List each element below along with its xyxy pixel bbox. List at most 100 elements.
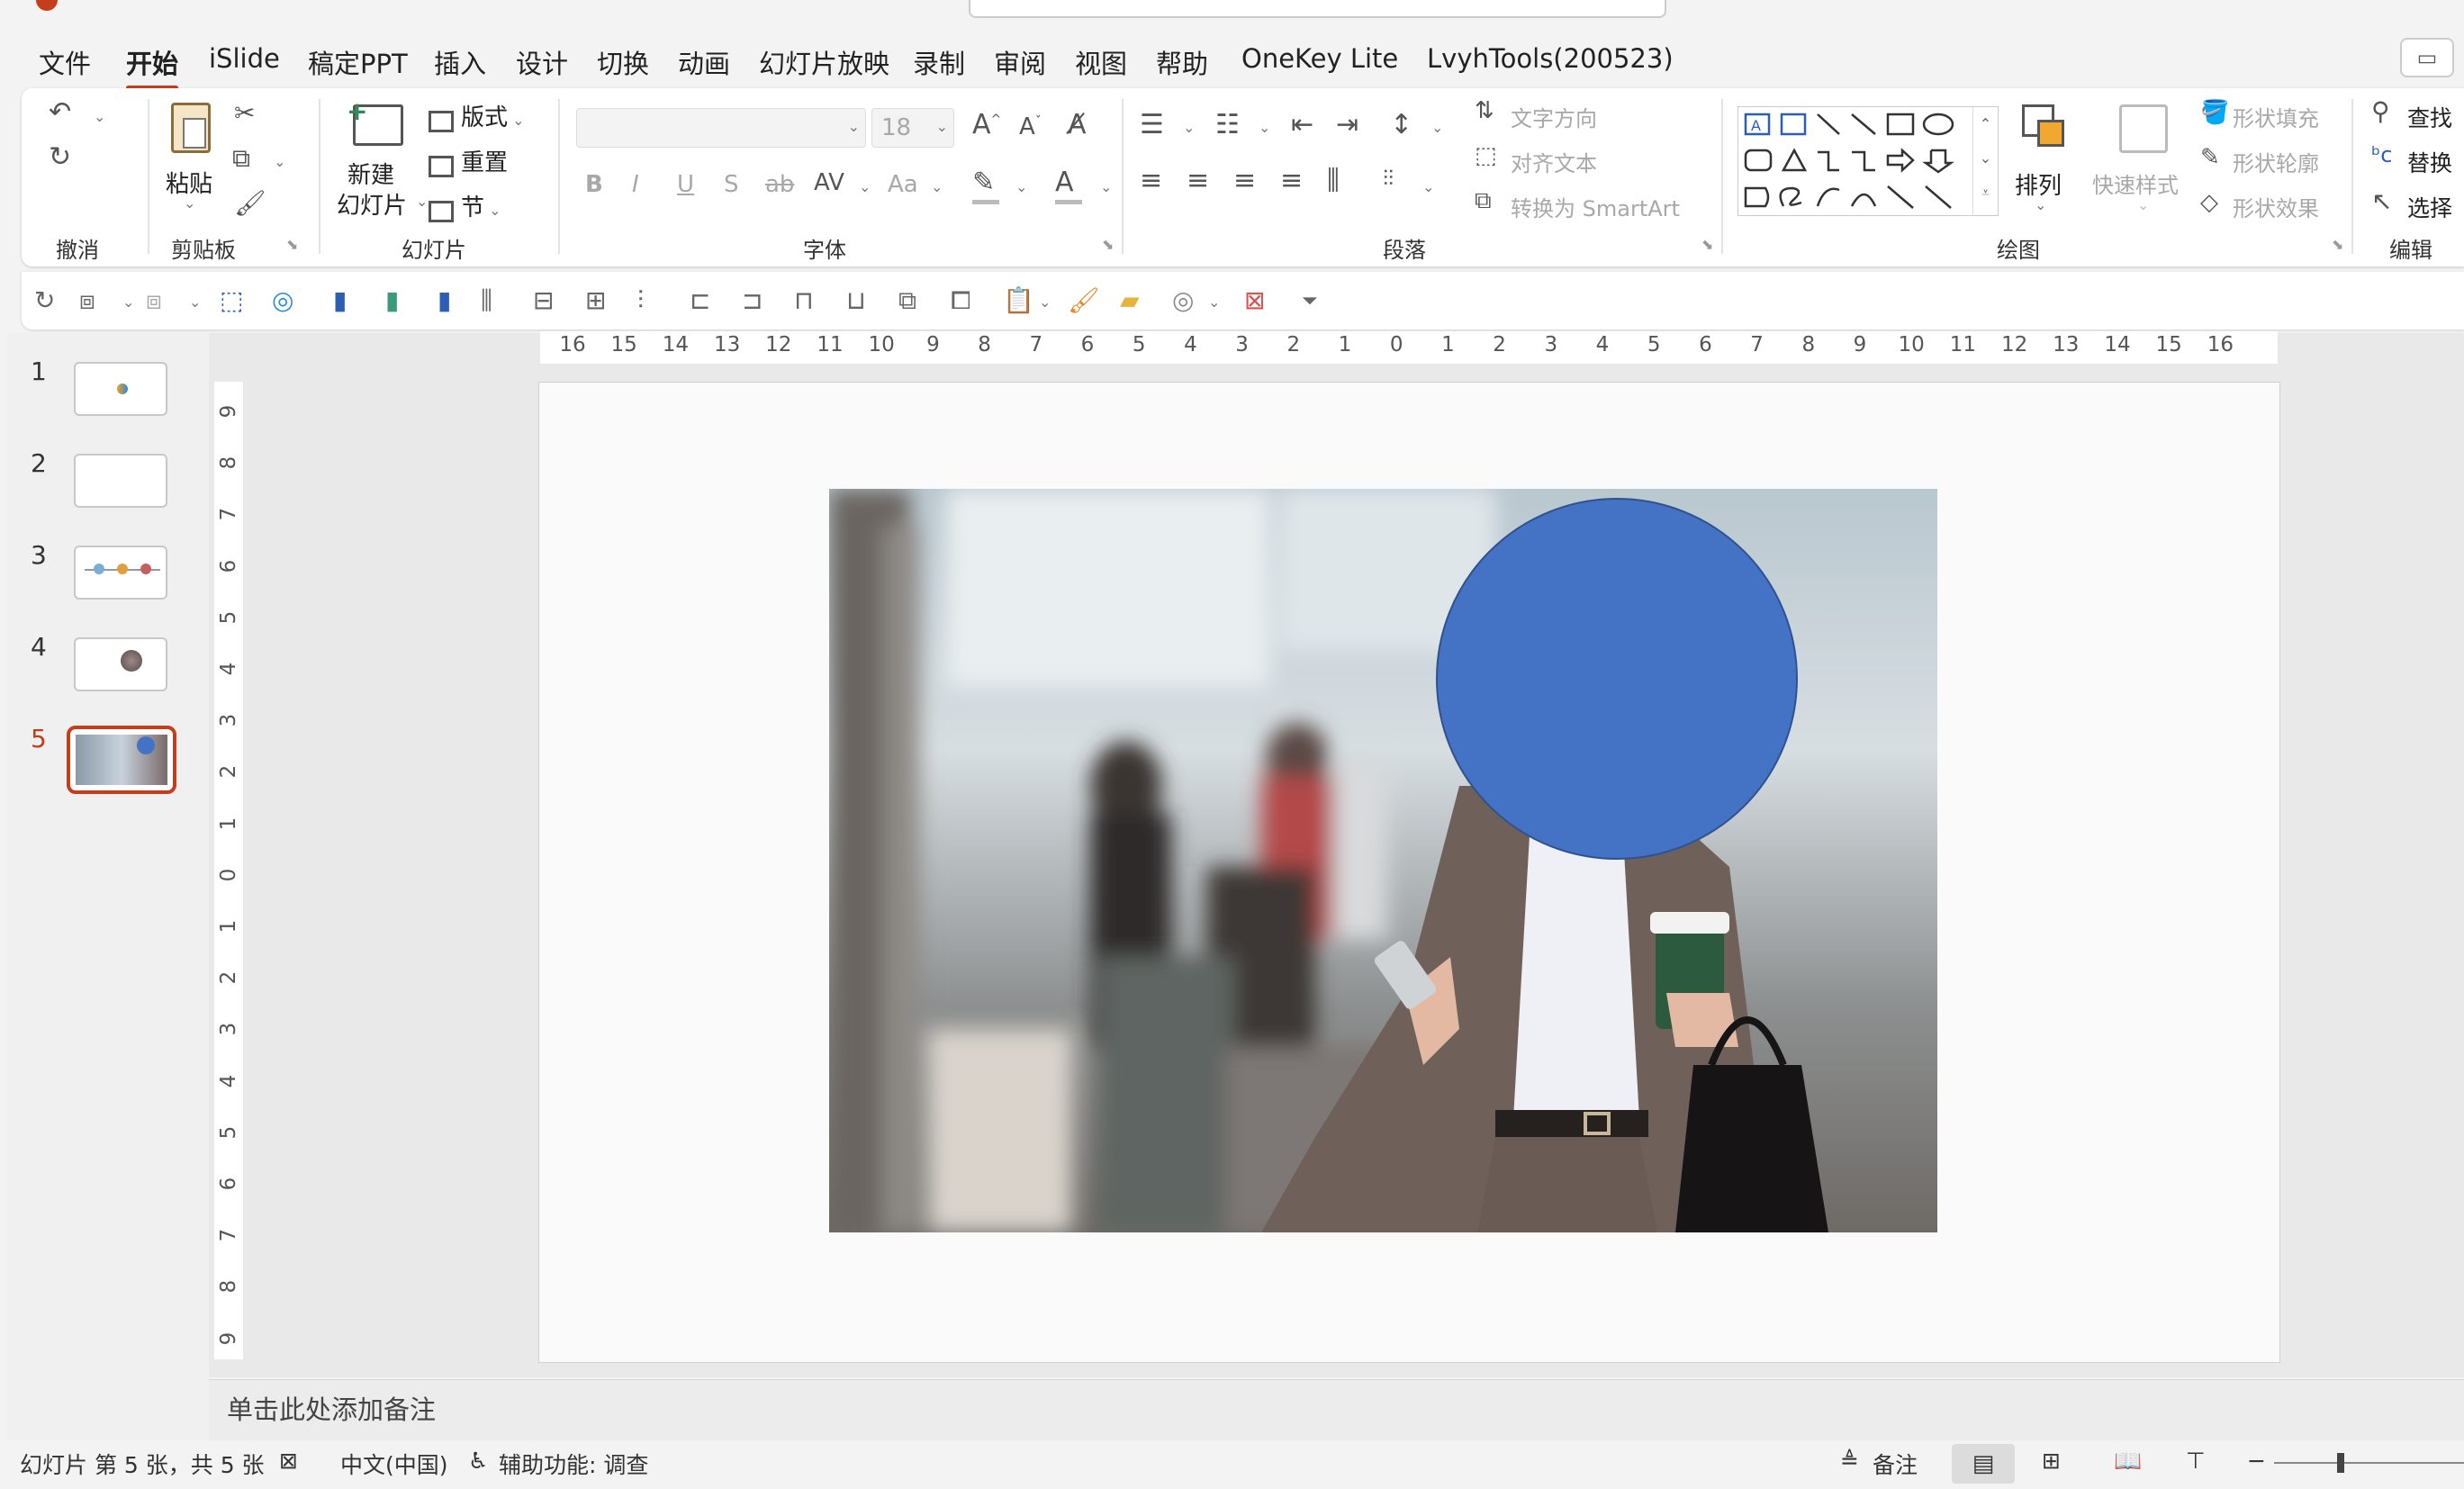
shapes-gallery[interactable]: A ⌃ ⌄ ⩡ xyxy=(1737,106,1999,216)
align-right-obj-icon[interactable]: ⊐ xyxy=(742,288,763,313)
font-launcher-icon[interactable]: ⬊ xyxy=(1102,236,1114,253)
select-button[interactable]: ↖ 选择 xyxy=(2371,189,2461,222)
underline-button[interactable]: U xyxy=(677,171,694,198)
horizontal-ruler[interactable]: 16 15 14 13 12 11 10 9 8 7 6 5 4 3 2 1 0 1 2 3 4 5 6 7 8 9 10 11 12 1… xyxy=(540,331,2278,364)
char-spacing-dropdown-icon[interactable]: ⌄ xyxy=(859,178,871,195)
slide-sorter-icon[interactable]: ⊞ xyxy=(2042,1448,2061,1474)
distributed-icon[interactable]: ⫼ xyxy=(1327,167,1340,194)
insert-shape-icon[interactable]: ⧈ xyxy=(79,288,95,313)
cut-icon[interactable]: ✂ xyxy=(234,101,255,126)
clipboard-launcher-icon[interactable]: ⬊ xyxy=(286,236,298,253)
zoom-slider[interactable] xyxy=(2274,1453,2464,1473)
align-center-icon[interactable]: ≡ xyxy=(1187,167,1209,194)
font-size-box[interactable]: 18 ⌄ xyxy=(871,108,954,148)
align-text-button[interactable]: ⬚ 对齐文本 xyxy=(1475,144,1655,176)
bar-blue-icon[interactable]: ▮ xyxy=(333,288,347,313)
distribute-h-icon[interactable]: ⫼ xyxy=(481,288,492,313)
merge-shapes-icon[interactable]: ◎ xyxy=(1172,288,1194,313)
bar-navy-icon[interactable]: ▮ xyxy=(438,288,451,313)
paste-special-dropdown-icon[interactable]: ⌄ xyxy=(1039,293,1051,311)
line-spacing-icon[interactable]: ↕ xyxy=(1390,112,1413,139)
zoom-out-icon[interactable]: − xyxy=(2247,1448,2266,1474)
align-left-icon[interactable]: ≡ xyxy=(1140,167,1162,194)
group-objects-icon[interactable]: ⧉ xyxy=(898,288,916,313)
menu-review[interactable]: 审阅 xyxy=(994,43,1046,81)
copy-icon[interactable]: ⧉ xyxy=(232,146,250,171)
gallery-scroll[interactable]: ⌃ ⌄ ⩡ xyxy=(1972,107,1998,215)
grow-font-icon[interactable]: A^ xyxy=(972,112,1001,139)
menu-lvyhtools[interactable]: LvyhTools(200523) xyxy=(1427,43,1674,74)
ungroup-objects-icon[interactable]: ⧠ xyxy=(951,288,970,313)
columns-icon[interactable]: ⫶⫶ xyxy=(1383,167,1394,189)
copy-dropdown-icon[interactable]: ⌄ xyxy=(274,153,285,170)
menu-transitions[interactable]: 切换 xyxy=(597,43,649,81)
align-left-obj-icon[interactable]: ⊏ xyxy=(690,288,710,313)
bold-button[interactable]: B xyxy=(585,171,603,198)
menu-slideshow[interactable]: 幻灯片放映 xyxy=(759,43,889,81)
notes-pane[interactable]: 单击此处添加备注 xyxy=(209,1379,2464,1442)
fill-color-icon[interactable]: ▰ xyxy=(1120,288,1140,313)
thumbnail-slide-3[interactable] xyxy=(74,546,167,600)
shape-style-dropdown-icon[interactable]: ⌄ xyxy=(189,293,201,311)
slideshow-icon[interactable]: ⊤ xyxy=(2186,1448,2206,1474)
shape-effects-button[interactable]: ◇ 形状效果 xyxy=(2200,189,2353,221)
bar-green-icon[interactable]: ▮ xyxy=(385,288,399,313)
replace-button[interactable]: ᵇc 替换 xyxy=(2371,144,2461,176)
shadow-button[interactable]: S xyxy=(724,171,739,198)
undo-icon[interactable]: ↶ xyxy=(49,99,71,126)
numbering-icon[interactable]: ☷ xyxy=(1215,112,1240,139)
clear-format-icon[interactable]: A̸ xyxy=(1068,112,1087,139)
layout-button[interactable]: 版式 ⌄ xyxy=(429,99,546,132)
vertical-ruler[interactable]: 9 8 7 6 5 4 3 2 1 0 1 2 3 4 5 6 7 8 9 xyxy=(214,382,243,1359)
strikethrough-button[interactable]: ab xyxy=(765,171,794,198)
align-bottom-obj-icon[interactable]: ⊔ xyxy=(846,288,866,313)
notes-icon[interactable]: ≜ xyxy=(1840,1448,1859,1474)
distribute-v-icon[interactable]: ⫶ xyxy=(637,288,644,313)
text-direction-button[interactable]: ⇅ 文字方向 xyxy=(1475,99,1655,131)
section-button[interactable]: 节 ⌄ xyxy=(429,189,546,222)
thumbnail-slide-1[interactable] xyxy=(74,362,167,416)
accessibility-status[interactable]: 辅助功能: 调查 xyxy=(499,1448,648,1480)
shape-style-icon[interactable]: ⧈ xyxy=(146,288,162,313)
drawing-launcher-icon[interactable]: ⬊ xyxy=(2332,236,2343,253)
shape-fill-button[interactable]: 🪣 形状填充 xyxy=(2200,99,2353,131)
notes-button[interactable]: 备注 xyxy=(1873,1448,1918,1480)
format-painter-color-icon[interactable]: 🖌 xyxy=(1068,288,1100,313)
insert-shape-dropdown-icon[interactable]: ⌄ xyxy=(122,293,134,311)
highlight-icon[interactable]: ✎ xyxy=(972,169,999,204)
find-button[interactable]: ⚲ 查找 xyxy=(2371,99,2461,132)
format-painter-icon[interactable]: 🖌 xyxy=(234,191,266,216)
bullets-icon[interactable]: ☰ xyxy=(1140,112,1164,139)
font-color-dropdown-icon[interactable]: ⌄ xyxy=(1100,178,1112,195)
line-spacing-dropdown-icon[interactable]: ⌄ xyxy=(1431,119,1443,136)
rotate-icon[interactable]: ↻ xyxy=(34,288,55,313)
menu-view[interactable]: 视图 xyxy=(1075,43,1127,81)
paragraph-launcher-icon[interactable]: ⬊ xyxy=(1701,236,1713,253)
change-case-dropdown-icon[interactable]: ⌄ xyxy=(931,178,943,195)
quick-styles-button[interactable]: 快速样式 ⌄ xyxy=(2092,99,2191,216)
accessibility-icon[interactable]: ♿ xyxy=(468,1448,488,1474)
photo-image[interactable] xyxy=(829,489,1937,1232)
highlight-dropdown-icon[interactable]: ⌄ xyxy=(1015,178,1027,195)
menu-home[interactable]: 开始 xyxy=(126,43,179,90)
language-status[interactable]: 中文(中国) xyxy=(340,1448,448,1480)
smartart-button[interactable]: ⧉ 转换为 SmartArt xyxy=(1475,189,1718,221)
redo-icon[interactable]: ↻ xyxy=(49,144,71,171)
menu-help[interactable]: 帮助 xyxy=(1156,43,1208,81)
merge-shapes-dropdown-icon[interactable]: ⌄ xyxy=(1208,293,1220,311)
reset-button[interactable]: 重置 xyxy=(429,144,546,177)
justify-icon[interactable]: ≡ xyxy=(1280,167,1303,194)
font-name-box[interactable]: ⌄ xyxy=(576,108,866,148)
spellcheck-icon[interactable]: ⊠ xyxy=(279,1448,298,1474)
slide-canvas[interactable] xyxy=(538,382,2280,1363)
shape-outline-button[interactable]: ✎ 形状轮廓 xyxy=(2200,144,2353,176)
circle-icon[interactable]: ◎ xyxy=(272,288,293,313)
paste-button[interactable]: 粘贴 ⌄ xyxy=(155,97,227,214)
reading-view-icon[interactable]: 📖 xyxy=(2114,1448,2142,1475)
normal-view-button[interactable]: ▤ xyxy=(1952,1444,2015,1484)
menu-onekey[interactable]: OneKey Lite xyxy=(1241,43,1398,74)
align-center-v-icon[interactable]: ⊞ xyxy=(585,288,606,313)
circle-shape[interactable] xyxy=(1436,498,1798,860)
align-top-obj-icon[interactable]: ⊓ xyxy=(794,288,814,313)
decrease-indent-icon[interactable]: ⇤ xyxy=(1291,112,1313,139)
